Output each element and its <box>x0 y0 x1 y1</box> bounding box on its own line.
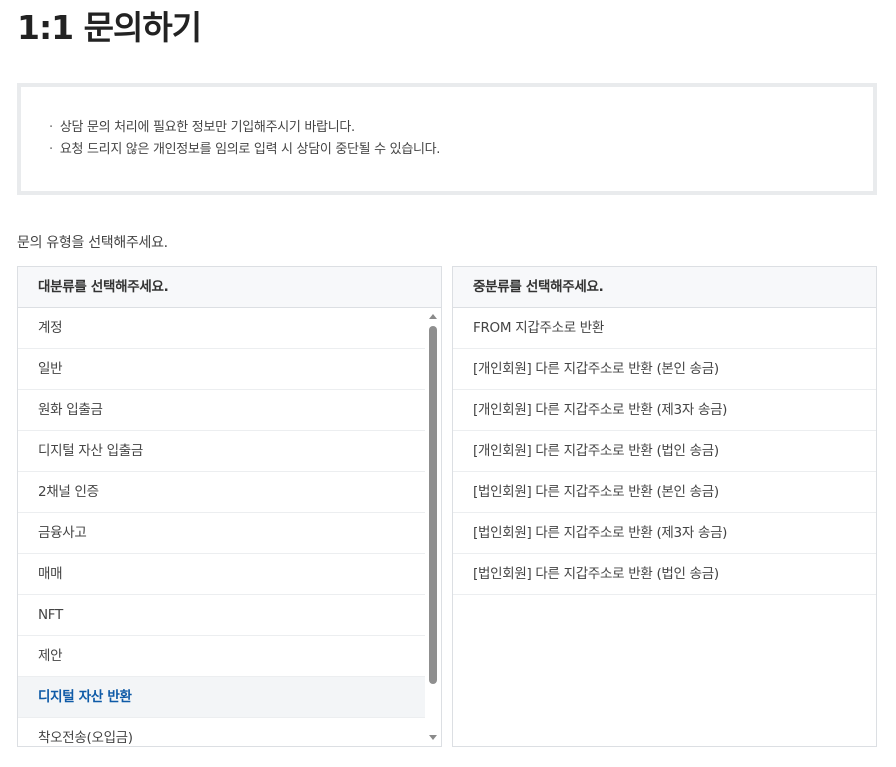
notice-item: 상담 문의 처리에 필요한 정보만 기입해주시기 바랍니다. <box>49 117 440 139</box>
scrollbar-thumb[interactable] <box>429 326 437 684</box>
minor-category-item[interactable]: [개인회원] 다른 지갑주소로 반환 (제3자 송금) <box>453 390 876 431</box>
major-category-panel: 대분류를 선택해주세요. 계정 일반 원화 입출금 디지털 자산 입출금 2채널… <box>17 266 442 747</box>
major-category-item-digital-asset-return[interactable]: 디지털 자산 반환 <box>18 677 425 718</box>
major-category-item-account[interactable]: 계정 <box>18 308 425 349</box>
major-category-item-krw-deposit-withdrawal[interactable]: 원화 입출금 <box>18 390 425 431</box>
major-category-item-trading[interactable]: 매매 <box>18 554 425 595</box>
major-category-list: 계정 일반 원화 입출금 디지털 자산 입출금 2채널 인증 금융사고 매매 N… <box>18 308 441 746</box>
scroll-up-arrow-icon[interactable] <box>429 314 437 319</box>
major-category-item-digital-asset-deposit-withdrawal[interactable]: 디지털 자산 입출금 <box>18 431 425 472</box>
notice-box: 상담 문의 처리에 필요한 정보만 기입해주시기 바랍니다. 요청 드리지 않은… <box>17 83 877 195</box>
scroll-down-arrow-icon[interactable] <box>429 735 437 740</box>
page-title: 1:1 문의하기 <box>17 8 202 47</box>
major-category-scrollbar[interactable] <box>425 308 441 746</box>
minor-category-item[interactable]: [법인회원] 다른 지갑주소로 반환 (제3자 송금) <box>453 513 876 554</box>
category-instruction: 문의 유형을 선택해주세요. <box>17 235 168 251</box>
minor-category-item[interactable]: [개인회원] 다른 지갑주소로 반환 (법인 송금) <box>453 431 876 472</box>
minor-category-item[interactable]: [법인회원] 다른 지갑주소로 반환 (법인 송금) <box>453 554 876 595</box>
minor-category-header: 중분류를 선택해주세요. <box>453 267 876 308</box>
minor-category-panel: 중분류를 선택해주세요. FROM 지갑주소로 반환 [개인회원] 다른 지갑주… <box>452 266 877 747</box>
major-category-item-suggestion[interactable]: 제안 <box>18 636 425 677</box>
minor-category-item[interactable]: [법인회원] 다른 지갑주소로 반환 (본인 송금) <box>453 472 876 513</box>
major-category-item-financial-accident[interactable]: 금융사고 <box>18 513 425 554</box>
major-category-item-general[interactable]: 일반 <box>18 349 425 390</box>
minor-category-item[interactable]: FROM 지갑주소로 반환 <box>453 308 876 349</box>
notice-item: 요청 드리지 않은 개인정보를 임의로 입력 시 상담이 중단될 수 있습니다. <box>49 139 441 161</box>
major-category-item-mistaken-transfer[interactable]: 착오전송(오입금) <box>18 718 425 746</box>
major-category-item-two-channel-auth[interactable]: 2채널 인증 <box>18 472 425 513</box>
notice-list: 상담 문의 처리에 필요한 정보만 기입해주시기 바랍니다. 요청 드리지 않은… <box>49 117 441 161</box>
minor-category-item[interactable]: [개인회원] 다른 지갑주소로 반환 (본인 송금) <box>453 349 876 390</box>
major-category-header: 대분류를 선택해주세요. <box>18 267 441 308</box>
major-category-item-nft[interactable]: NFT <box>18 595 425 636</box>
minor-category-list: FROM 지갑주소로 반환 [개인회원] 다른 지갑주소로 반환 (본인 송금)… <box>453 308 876 595</box>
